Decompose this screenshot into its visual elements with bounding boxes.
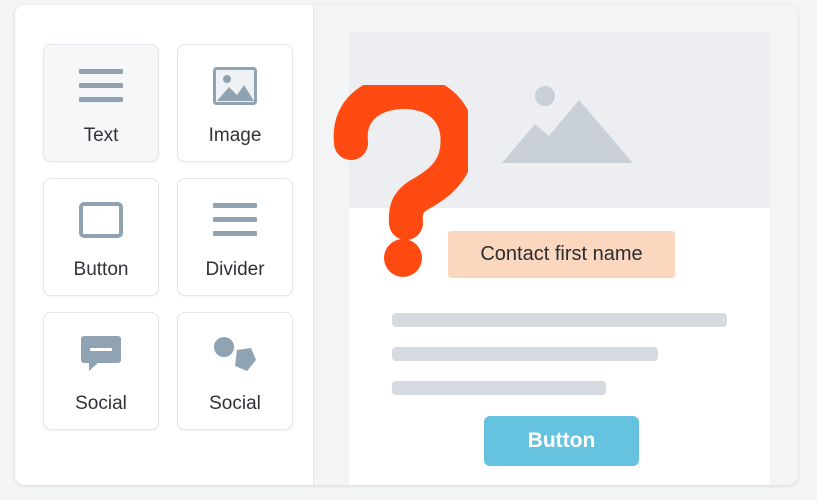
email-editor-window: Text Image Button Divider Social Social … [15, 5, 798, 485]
button-rectangle-icon [79, 199, 123, 241]
text-lines-icon [79, 65, 123, 107]
text-placeholder-line [392, 381, 606, 395]
social-block-shapes[interactable]: Social [177, 312, 293, 430]
social-block-label-2: Social [209, 393, 261, 414]
image-icon [213, 65, 257, 107]
text-block[interactable]: Text [43, 44, 159, 162]
social-shapes-icon [213, 333, 257, 375]
content-blocks-sidebar: Text Image Button Divider Social Social [15, 5, 314, 485]
divider-block[interactable]: Divider [177, 178, 293, 296]
button-block[interactable]: Button [43, 178, 159, 296]
chat-bubble-icon [80, 333, 122, 375]
text-placeholder-line [392, 313, 727, 327]
divider-lines-icon [213, 199, 257, 241]
social-block-chat[interactable]: Social [43, 312, 159, 430]
text-block-label: Text [83, 125, 119, 146]
contact-first-name-merge-tag[interactable]: Contact first name [448, 231, 675, 278]
social-block-label: Social [75, 393, 127, 414]
image-block[interactable]: Image [177, 44, 293, 162]
email-cta-button[interactable]: Button [484, 416, 639, 466]
text-placeholder-line [392, 347, 658, 361]
divider-block-label: Divider [205, 259, 265, 280]
question-mark-icon [333, 85, 468, 277]
button-block-label: Button [73, 259, 129, 280]
image-block-label: Image [208, 125, 262, 146]
